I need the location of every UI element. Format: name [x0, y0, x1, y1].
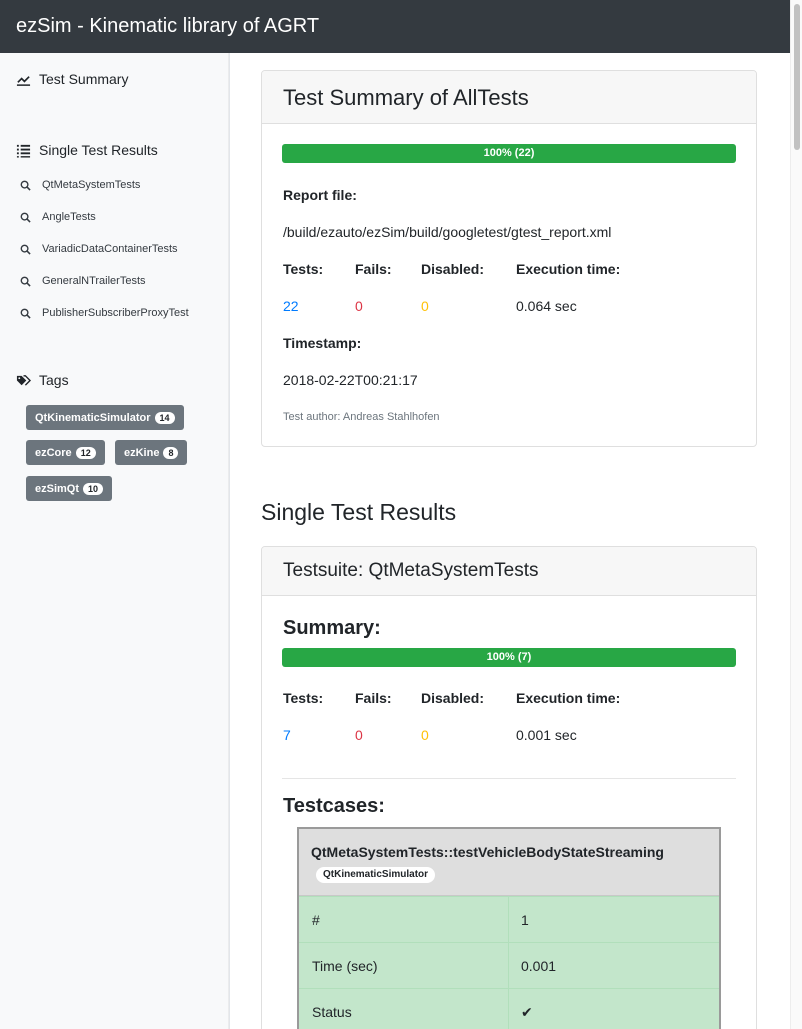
summary-heading: Summary: — [283, 617, 381, 639]
row-value: 1 — [521, 912, 529, 928]
tag-count: 10 — [83, 482, 104, 495]
testcase-name: QtMetaSystemTests::testVehicleBodyStateS… — [311, 844, 664, 860]
testsuite-card: Testsuite: QtMetaSystemTests Summary: 10… — [261, 546, 757, 1029]
tag-badge[interactable]: ezCore 12 — [26, 440, 105, 465]
divider — [282, 778, 736, 779]
sidebar-item-label: Single Test Results — [39, 142, 158, 158]
search-icon — [20, 244, 31, 255]
timestamp-value: 2018-02-22T00:21:17 — [283, 372, 418, 388]
execution-time-value: 0.064 sec — [516, 298, 577, 314]
disabled-count: 0 — [421, 298, 429, 314]
tag-count: 14 — [154, 411, 175, 424]
tag-name: ezSimQt — [35, 482, 80, 495]
tag-count: 12 — [75, 446, 96, 459]
sidebar-item-test[interactable]: VariadicDataContainerTests — [20, 243, 178, 255]
sidebar-item-test-summary[interactable]: Test Summary — [16, 71, 128, 87]
sidebar-tags-label: Tags — [39, 372, 69, 388]
testcase-header: QtMetaSystemTests::testVehicleBodyStateS… — [299, 829, 719, 896]
card-header: Testsuite: QtMetaSystemTests — [262, 547, 756, 596]
main-content: Test Summary of AllTests 100% (22) Repor… — [230, 53, 790, 1029]
progress-bar: 100% (22) — [282, 144, 736, 163]
fails-count: 0 — [355, 727, 363, 743]
row-value: 0.001 — [521, 958, 557, 974]
tests-label: Tests: — [283, 690, 324, 706]
single-results-heading: Single Test Results — [261, 499, 457, 525]
fails-label: Fails: — [355, 690, 392, 706]
tag-badge[interactable]: ezSimQt 10 — [26, 476, 113, 501]
search-icon — [20, 308, 31, 319]
timestamp-label: Timestamp: — [283, 335, 362, 351]
tag-name: ezKine — [124, 446, 160, 459]
tag-name: QtKinematicSimulator — [35, 411, 151, 424]
row-key: Time (sec) — [299, 943, 509, 989]
tests-count: 22 — [283, 298, 299, 314]
row-key: Status — [299, 989, 509, 1029]
scrollbar[interactable] — [790, 0, 802, 1029]
tests-count: 7 — [283, 727, 291, 743]
row-key: # — [299, 897, 509, 943]
sidebar-item-test[interactable]: AngleTests — [20, 211, 96, 223]
status-check-icon: ✔ — [521, 1004, 533, 1020]
execution-time-value: 0.001 sec — [516, 727, 577, 743]
execution-time-label: Execution time: — [516, 261, 621, 277]
search-icon — [20, 276, 31, 287]
app-title[interactable]: ezSim - Kinematic library of AGRT — [16, 13, 319, 39]
card-title: Test Summary of AllTests — [283, 85, 529, 110]
summary-card: Test Summary of AllTests 100% (22) Repor… — [261, 70, 757, 447]
sidebar-item-single-test-results[interactable]: Single Test Results — [16, 142, 158, 158]
disabled-label: Disabled: — [421, 690, 485, 706]
sidebar-item-label: PublisherSubscriberProxyTest — [42, 307, 189, 319]
sidebar-item-test[interactable]: PublisherSubscriberProxyTest — [20, 307, 189, 319]
report-file-path: /build/ezauto/ezSim/build/googletest/gte… — [283, 224, 612, 240]
progress-label: 100% (7) — [486, 651, 532, 663]
fails-label: Fails: — [355, 261, 392, 277]
testcases-heading: Testcases: — [283, 795, 385, 817]
sidebar-item-label: AngleTests — [42, 211, 96, 223]
testcase-table: QtMetaSystemTests::testVehicleBodyStateS… — [297, 827, 721, 1029]
search-icon — [20, 212, 31, 223]
card-header: Test Summary of AllTests — [262, 71, 756, 124]
sidebar-item-label: QtMetaSystemTests — [42, 179, 141, 191]
sidebar-item-label: GeneralNTrailerTests — [42, 275, 146, 287]
search-icon — [20, 180, 31, 191]
tests-label: Tests: — [283, 261, 324, 277]
sidebar-item-label: VariadicDataContainerTests — [42, 243, 178, 255]
tags-icon — [16, 374, 31, 386]
sidebar-item-test[interactable]: QtMetaSystemTests — [20, 179, 140, 191]
line-chart-icon — [16, 75, 31, 86]
tag-count: 8 — [163, 446, 179, 459]
card-title: Testsuite: QtMetaSystemTests — [283, 560, 539, 581]
table-row: # 1 — [299, 896, 719, 943]
table-row: Status ✔ — [299, 988, 719, 1029]
list-icon — [16, 144, 31, 158]
tag-name: ezCore — [35, 446, 72, 459]
progress-label: 100% (22) — [483, 147, 535, 159]
tag-badge[interactable]: QtKinematicSimulator 14 — [26, 405, 184, 430]
sidebar-item-test[interactable]: GeneralNTrailerTests — [20, 275, 146, 287]
scrollbar-thumb[interactable] — [794, 4, 800, 150]
tag-badge[interactable]: ezKine 8 — [115, 440, 188, 465]
top-navbar: ezSim - Kinematic library of AGRT — [0, 0, 790, 53]
progress-bar: 100% (7) — [282, 648, 736, 667]
report-file-label: Report file: — [283, 187, 357, 203]
testcase-tag-badge[interactable]: QtKinematicSimulator — [316, 867, 436, 883]
table-row: Time (sec) 0.001 — [299, 942, 719, 989]
test-author: Test author: Andreas Stahlhofen — [283, 411, 440, 423]
disabled-label: Disabled: — [421, 261, 485, 277]
fails-count: 0 — [355, 298, 363, 314]
sidebar-item-label: Test Summary — [39, 71, 129, 87]
sidebar: Test Summary Single Test Results QtMetaS… — [0, 53, 230, 1029]
sidebar-tags-heading: Tags — [16, 372, 69, 388]
disabled-count: 0 — [421, 727, 429, 743]
execution-time-label: Execution time: — [516, 690, 621, 706]
